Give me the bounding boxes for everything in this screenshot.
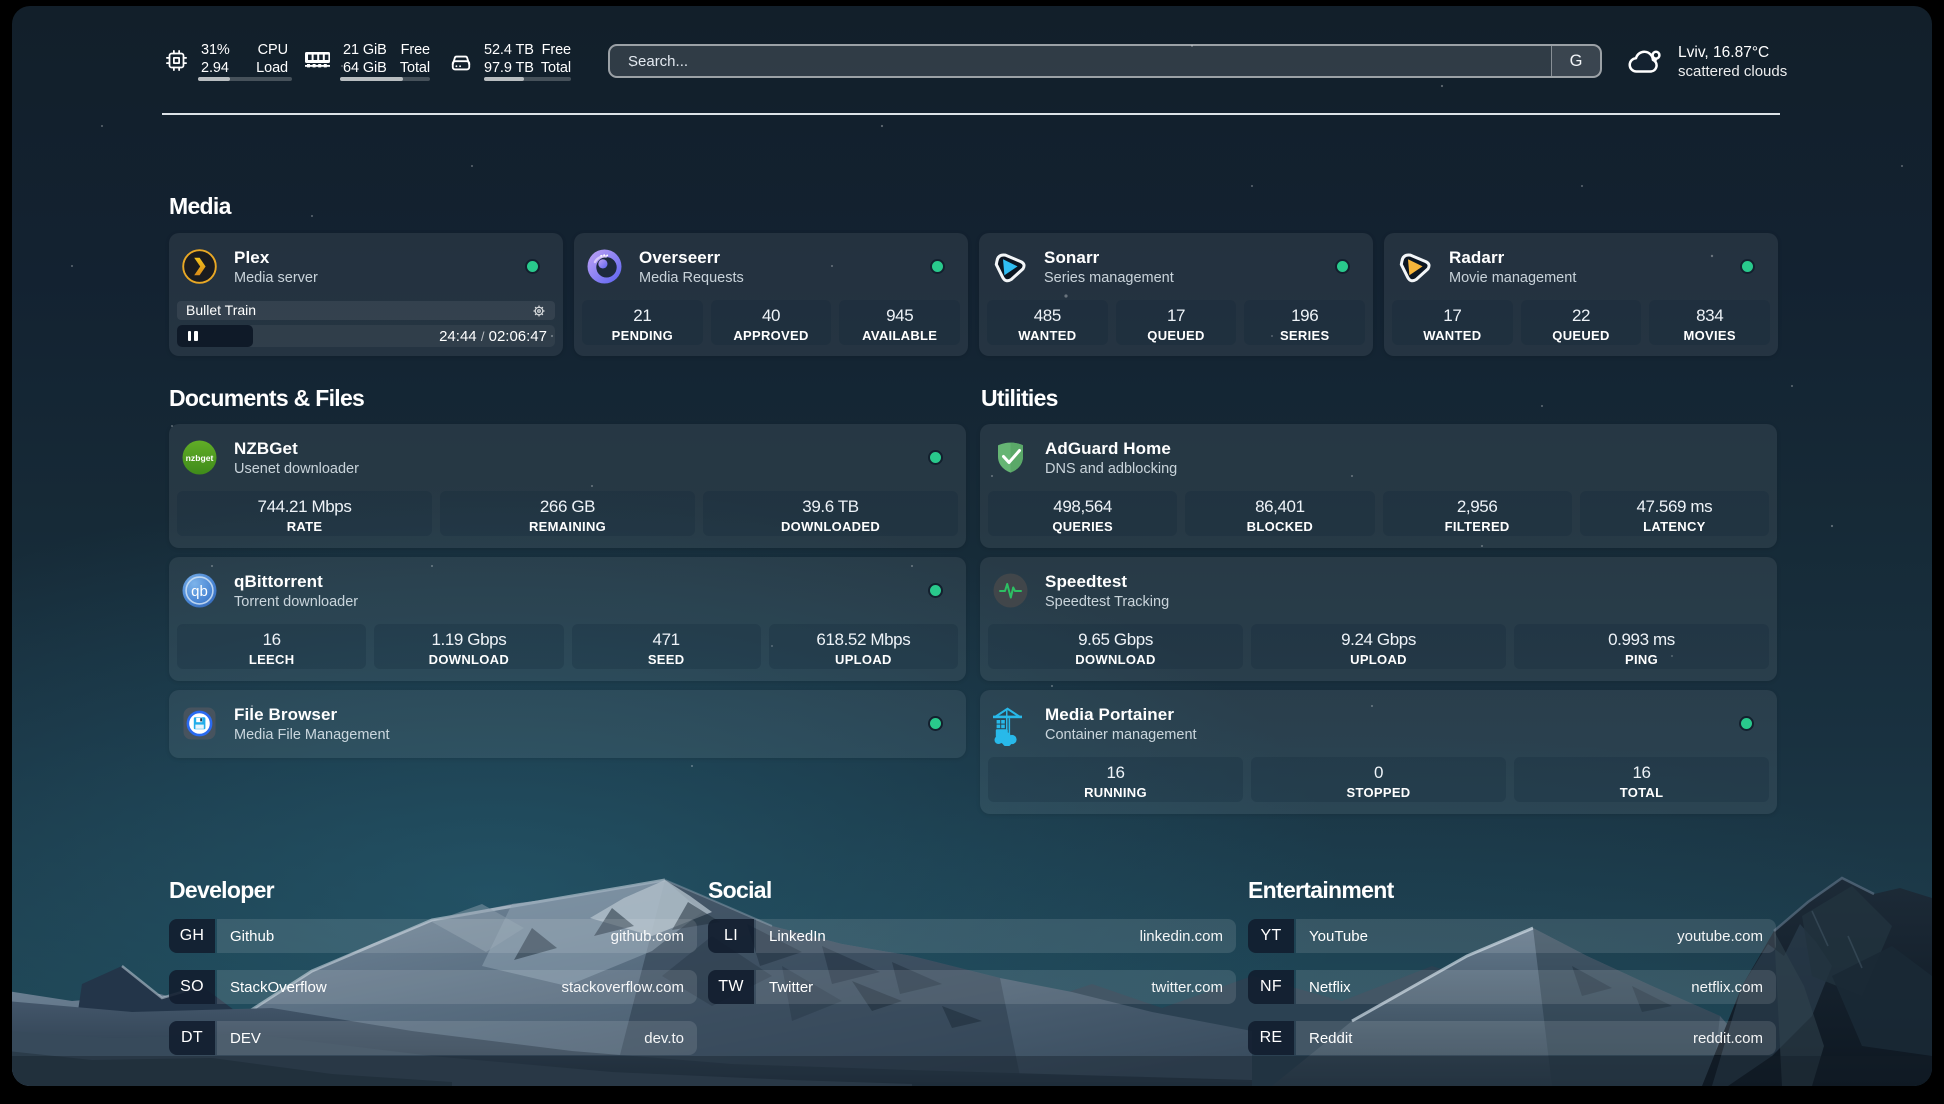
- svg-text:qb: qb: [191, 583, 208, 600]
- svg-text:nzbget: nzbget: [186, 453, 214, 463]
